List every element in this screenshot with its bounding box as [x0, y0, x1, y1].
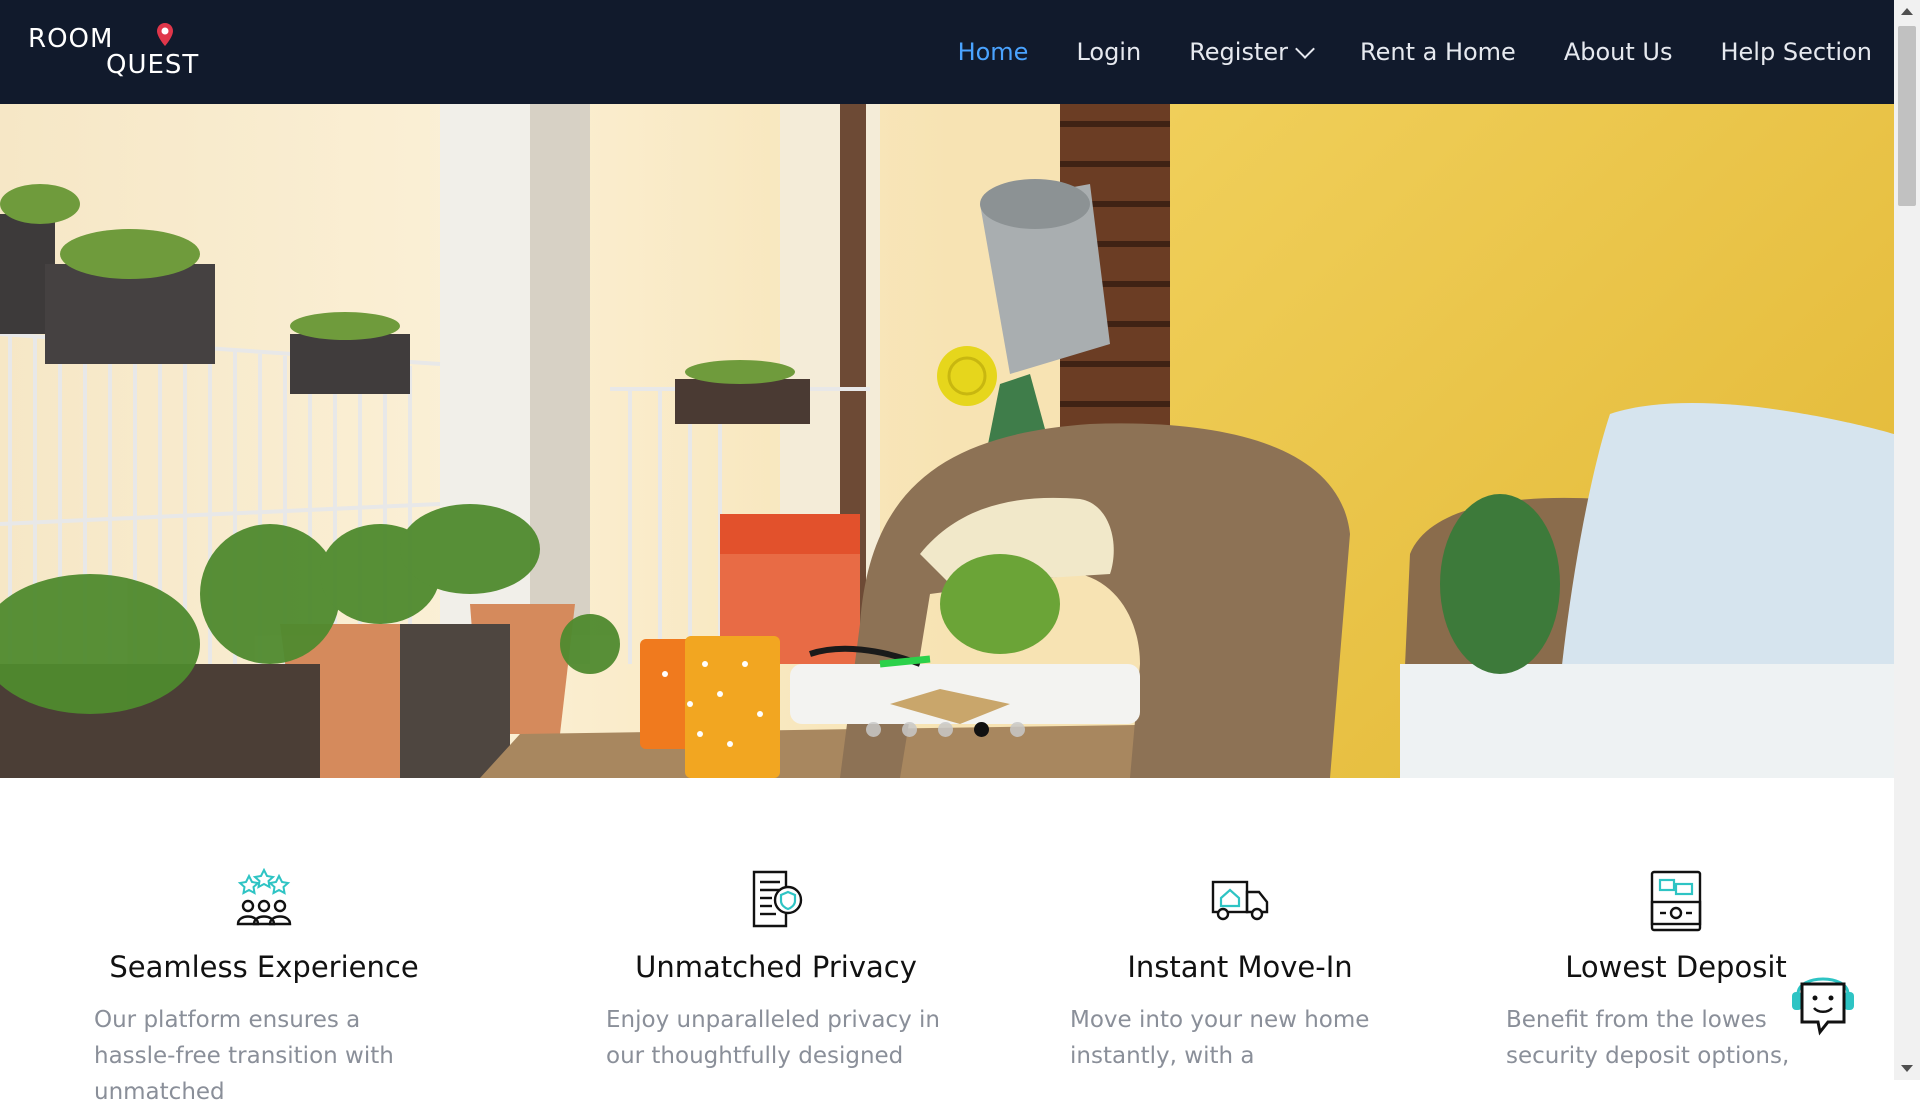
roomquest-logo[interactable]: ROOM QUEST — [28, 22, 218, 82]
deposit-money-icon — [1650, 870, 1702, 932]
top-navbar: ROOM QUEST Home Login Register Rent a Ho… — [0, 0, 1894, 104]
feature-seamless-experience: Seamless Experience Our platform ensures… — [54, 868, 474, 1110]
nav-rent-a-home[interactable]: Rent a Home — [1360, 38, 1516, 66]
carousel-indicators — [866, 722, 1046, 737]
chat-support-icon[interactable] — [1788, 960, 1858, 1036]
carousel-dot-5[interactable] — [1010, 722, 1025, 737]
nav-home[interactable]: Home — [958, 38, 1029, 66]
page-scrollbar[interactable] — [1894, 0, 1920, 1080]
nav-about-us[interactable]: About Us — [1564, 38, 1673, 66]
scroll-up-arrow-icon[interactable] — [1901, 8, 1913, 15]
feature-instant-move-in: Instant Move-In Move into your new home … — [1030, 868, 1450, 1074]
privacy-document-icon — [752, 870, 803, 928]
carousel-dot-2[interactable] — [902, 722, 917, 737]
carousel-dot-3[interactable] — [938, 722, 953, 737]
moving-truck-icon — [1211, 880, 1269, 921]
nav-links: Home Login Register Rent a Home About Us… — [910, 38, 1872, 66]
logo-text-quest: QUEST — [106, 50, 200, 80]
hero-carousel[interactable] — [0, 104, 1894, 778]
location-pin-icon — [157, 23, 173, 46]
feature-title: Seamless Experience — [109, 950, 419, 984]
carousel-dot-4[interactable] — [974, 722, 989, 737]
feature-description: Enjoy unparalleled privacy in our though… — [606, 1007, 940, 1069]
feature-unmatched-privacy: Unmatched Privacy Enjoy unparalleled pri… — [566, 868, 986, 1074]
nav-help-section[interactable]: Help Section — [1720, 38, 1872, 66]
carousel-dot-1[interactable] — [866, 722, 881, 737]
feature-description: Our platform ensures a hassle-free trans… — [94, 1007, 394, 1105]
features-section: Seamless Experience Our platform ensures… — [0, 778, 1894, 1105]
scrollbar-thumb[interactable] — [1898, 26, 1916, 206]
nav-register-label: Register — [1189, 38, 1288, 66]
scroll-down-arrow-icon[interactable] — [1901, 1065, 1913, 1072]
feature-description: Move into your new home instantly, with … — [1070, 1007, 1370, 1069]
nav-login[interactable]: Login — [1076, 38, 1141, 66]
hero-image-balcony — [0, 104, 1894, 778]
nav-register[interactable]: Register — [1189, 38, 1315, 66]
chevron-down-icon — [1295, 39, 1315, 59]
feature-title: Instant Move-In — [1127, 950, 1353, 984]
community-stars-icon — [236, 868, 292, 926]
logo-text-room: ROOM — [28, 24, 114, 54]
feature-title: Unmatched Privacy — [635, 950, 917, 984]
